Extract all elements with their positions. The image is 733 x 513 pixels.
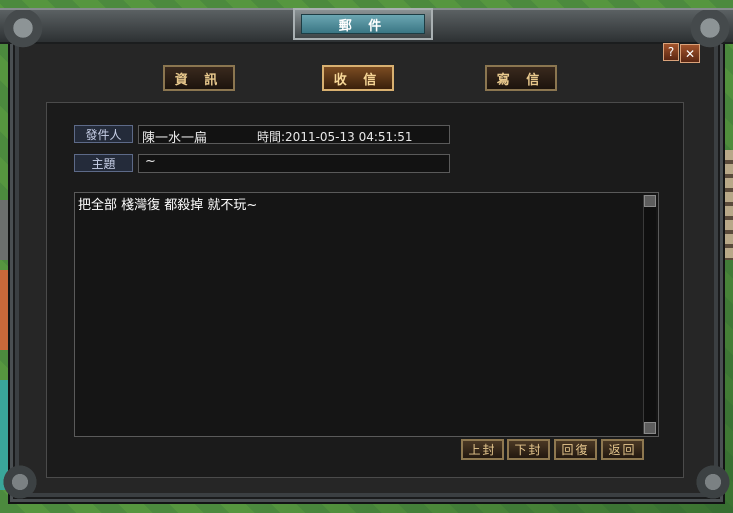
- dragon-ornament-icon: [0, 10, 46, 50]
- scroll-down-icon[interactable]: [644, 422, 656, 434]
- back-button[interactable]: 返回: [601, 439, 644, 460]
- sender-field: 陳一水一扁 時間:2011-05-13 04:51:51: [138, 125, 450, 144]
- subject-field: ~: [138, 154, 450, 173]
- subject-label: 主題: [74, 154, 133, 172]
- mail-timestamp: 時間:2011-05-13 04:51:51: [257, 130, 413, 144]
- reply-button[interactable]: 回復: [554, 439, 597, 460]
- sender-name: 陳一水一扁: [142, 131, 208, 144]
- corner-ornament-icon: [0, 462, 40, 502]
- mail-body[interactable]: 把全部 棧灣復 都殺掉 就不玩~: [74, 192, 659, 437]
- previous-mail-button[interactable]: 上封: [461, 439, 504, 460]
- tab-info[interactable]: 資 訊: [163, 65, 235, 91]
- sender-label: 發件人: [74, 125, 133, 143]
- scroll-up-icon[interactable]: [644, 195, 656, 207]
- tab-inbox[interactable]: 收 信: [322, 65, 394, 91]
- tab-compose[interactable]: 寫 信: [485, 65, 557, 91]
- mail-body-scrollbar[interactable]: [643, 195, 656, 434]
- close-icon: ✕: [684, 46, 696, 61]
- help-button[interactable]: ?: [663, 43, 679, 61]
- window-title: 郵 件: [301, 14, 425, 34]
- corner-ornament-icon: [693, 462, 733, 502]
- close-button[interactable]: ✕: [680, 44, 700, 63]
- help-icon: ?: [667, 45, 675, 59]
- subject-text: ~: [145, 154, 156, 169]
- mail-body-text: 把全部 棧灣復 都殺掉 就不玩~: [78, 198, 258, 213]
- next-mail-button[interactable]: 下封: [507, 439, 550, 460]
- title-plate: 郵 件: [293, 8, 433, 40]
